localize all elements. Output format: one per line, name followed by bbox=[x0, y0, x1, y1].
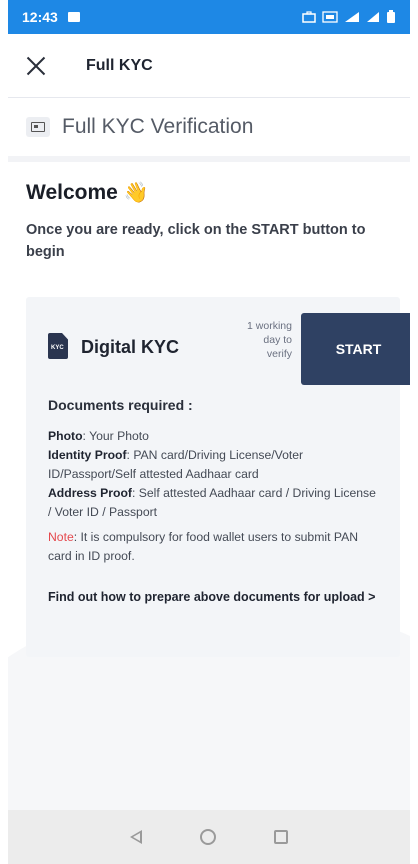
document-item-label: Photo bbox=[48, 429, 83, 443]
document-icon-label: KYC bbox=[51, 345, 64, 351]
app-title: Full KYC bbox=[86, 56, 153, 74]
welcome-title: Welcome bbox=[26, 180, 118, 204]
app-bar: Full KYC bbox=[8, 34, 410, 98]
status-bar: 12:43 bbox=[8, 0, 410, 34]
battery-icon bbox=[387, 10, 395, 23]
home-icon[interactable] bbox=[200, 829, 216, 845]
navigation-bar bbox=[8, 810, 410, 864]
start-button[interactable]: START bbox=[301, 313, 410, 385]
welcome-heading: Welcome 👋 bbox=[26, 180, 392, 205]
digital-kyc-header: KYC Digital KYC 1 working day to verify … bbox=[26, 297, 410, 385]
status-time: 12:43 bbox=[22, 9, 58, 25]
prepare-documents-link[interactable]: Find out how to prepare above documents … bbox=[48, 588, 378, 607]
message-notification-icon bbox=[67, 12, 80, 22]
waving-hand-icon: 👋 bbox=[123, 182, 149, 204]
documents-section: Documents required : Photo: Your Photo I… bbox=[26, 383, 400, 607]
note-label: Note bbox=[48, 530, 74, 544]
volte-icon bbox=[322, 11, 338, 23]
section-header: Full KYC Verification bbox=[8, 98, 410, 162]
welcome-section: Welcome 👋 Once you are ready, click on t… bbox=[8, 162, 410, 263]
document-item-value: : Your Photo bbox=[82, 429, 149, 443]
signal-icon bbox=[345, 12, 359, 22]
documents-list: Photo: Your Photo Identity Proof: PAN ca… bbox=[48, 427, 378, 522]
working-day-text: 1 working day to verify bbox=[247, 320, 292, 360]
status-icons bbox=[302, 10, 396, 24]
recent-apps-icon[interactable] bbox=[274, 830, 288, 844]
section-title: Full KYC Verification bbox=[62, 115, 254, 138]
digital-kyc-card: KYC Digital KYC 1 working day to verify … bbox=[26, 297, 410, 657]
app-screen: 12:43 Full KYC Full KYC Verification Wel… bbox=[8, 0, 410, 864]
back-icon[interactable] bbox=[130, 830, 142, 844]
close-icon[interactable] bbox=[24, 54, 48, 78]
document-item: Identity Proof: PAN card/Driving License… bbox=[48, 446, 378, 484]
document-icon: KYC bbox=[48, 333, 68, 359]
briefcase-icon bbox=[302, 11, 316, 23]
note-text: Note: It is compulsory for food wallet u… bbox=[48, 528, 378, 566]
document-item-label: Identity Proof bbox=[48, 448, 127, 462]
welcome-text: Once you are ready, click on the START b… bbox=[26, 222, 366, 260]
digital-kyc-title: Digital KYC bbox=[81, 337, 180, 357]
note-body: : It is compulsory for food wallet users… bbox=[48, 530, 359, 563]
document-item-label: Address Proof bbox=[48, 486, 132, 500]
document-item: Photo: Your Photo bbox=[48, 427, 378, 446]
signal-2-icon bbox=[367, 12, 379, 22]
id-card-icon bbox=[26, 117, 50, 137]
documents-title: Documents required : bbox=[48, 397, 193, 413]
document-item: Address Proof: Self attested Aadhaar car… bbox=[48, 484, 378, 522]
